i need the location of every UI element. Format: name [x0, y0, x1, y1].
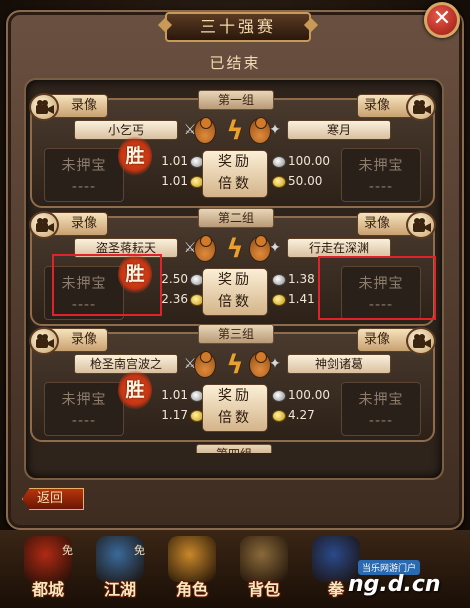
nav-label: 角色: [175, 580, 208, 599]
nav-label: 背包: [247, 580, 280, 599]
gourd-icon-left: [194, 351, 216, 378]
gourd-icon-left: [194, 235, 216, 262]
replay-label: 录像: [364, 98, 391, 113]
replay-label: 录像: [364, 216, 391, 231]
watermark-logo: ng.d.cn: [348, 572, 441, 597]
odds-left-silver: 1.01: [161, 154, 188, 168]
player-name-left[interactable]: 小乞丐: [74, 120, 178, 140]
bet-status: 未押宝: [358, 158, 404, 174]
match-group-1: 第一组 录像 录像 小乞丐 ⚔ ϟ ✦ 寒月 未押宝 ---- 胜 1.01 1…: [29, 90, 436, 208]
replay-button-right[interactable]: 录像: [357, 327, 436, 355]
bet-button-right[interactable]: 未押宝 ----: [341, 148, 421, 202]
reward-label-line2: 倍数: [218, 294, 252, 310]
weapon-icon-right: ✦: [269, 122, 281, 138]
reward-label-line1: 奖励: [218, 154, 252, 170]
replay-label: 录像: [364, 332, 391, 347]
group-title: 第一组: [198, 90, 274, 110]
nav-item-4[interactable]: 背包: [232, 534, 296, 606]
odds-right-gold: 4.27: [288, 408, 315, 422]
close-icon: ✕: [432, 6, 452, 31]
odds-left-gold: 2.36: [161, 292, 188, 306]
bet-button-right[interactable]: 未押宝 ----: [341, 382, 421, 436]
odds-left-gold: 1.01: [161, 174, 188, 188]
versus-icon: ϟ: [226, 234, 244, 264]
reward-label-line2: 倍数: [218, 410, 252, 426]
weapon-icon-right: ✦: [269, 356, 281, 372]
camera-icon: [406, 211, 436, 239]
replay-button-left[interactable]: 录像: [29, 327, 108, 355]
replay-button-right[interactable]: 录像: [357, 211, 436, 239]
camera-icon: [29, 93, 59, 121]
gourd-icon-left: [194, 117, 216, 144]
odds-left-gold: 1.17: [161, 408, 188, 422]
reward-multiplier-label: 奖励 倍数: [202, 384, 268, 432]
replay-button-left[interactable]: 录像: [29, 93, 108, 121]
nav-badge: 免: [134, 544, 145, 557]
reward-multiplier-label: 奖励 倍数: [202, 150, 268, 198]
close-button[interactable]: ✕: [424, 2, 460, 38]
highlight-box-left: [52, 254, 162, 316]
nav-badge: 免: [62, 544, 73, 557]
bet-amount: ----: [71, 179, 97, 195]
reward-label-line1: 奖励: [218, 388, 252, 404]
group-title: 第二组: [198, 208, 274, 228]
win-badge: 胜: [118, 136, 152, 176]
versus-icon: ϟ: [226, 350, 244, 380]
odds-right-gold: 50.00: [288, 174, 323, 188]
player-name-right[interactable]: 神剑诸葛: [287, 354, 391, 374]
replay-button-left[interactable]: 录像: [29, 211, 108, 239]
silver-coin-icon: [272, 390, 286, 402]
win-badge: 胜: [118, 370, 152, 410]
versus-icon: ϟ: [226, 116, 244, 146]
bet-amount: ----: [71, 413, 97, 429]
bet-button-left[interactable]: 未押宝 ----: [44, 382, 124, 436]
camera-icon: [29, 327, 59, 355]
match-group-3: 第三组 录像 录像 枪圣南宫波之 ⚔ ϟ ✦ 神剑诸葛 未押宝 ---- 胜 1…: [29, 324, 436, 442]
odds-right-silver: 100.00: [288, 388, 330, 402]
odds-left-silver: 1.01: [161, 388, 188, 402]
nav-label: 都城: [31, 580, 64, 599]
nav-item-3[interactable]: 角色: [160, 534, 224, 606]
panel-title: 三十强赛: [165, 12, 311, 42]
bet-amount: ----: [368, 179, 394, 195]
bet-amount: ----: [368, 413, 394, 429]
bet-status: 未押宝: [358, 392, 404, 408]
camera-icon: [406, 93, 436, 121]
reward-label-line2: 倍数: [218, 176, 252, 192]
replay-button-right[interactable]: 录像: [357, 93, 436, 121]
group-title: 第三组: [198, 324, 274, 344]
silver-coin-icon: [272, 274, 286, 286]
odds-right-silver: 100.00: [288, 154, 330, 168]
nav-item-2[interactable]: 江湖 免: [88, 534, 152, 606]
gold-ingot-icon: [272, 176, 286, 188]
bet-status: 未押宝: [61, 158, 107, 174]
nav-item-1[interactable]: 都城 免: [16, 534, 80, 606]
replay-label: 录像: [71, 332, 98, 347]
watermark: 当乐网游门户 ng.d.cn: [348, 560, 458, 602]
bet-status: 未押宝: [61, 392, 107, 408]
player-name-right[interactable]: 行走在深渊: [287, 238, 391, 258]
highlight-box-right: [318, 256, 436, 320]
back-button[interactable]: 返回: [22, 488, 84, 510]
gold-ingot-icon: [272, 410, 286, 422]
player-name-left[interactable]: 枪圣南宫波之: [74, 354, 178, 374]
camera-icon: [406, 327, 436, 355]
weapon-icon-right: ✦: [269, 240, 281, 256]
replay-label: 录像: [71, 216, 98, 231]
status-text: 已结束: [209, 54, 261, 72]
player-name-right[interactable]: 寒月: [287, 120, 391, 140]
odds-left-silver: 2.50: [161, 272, 188, 286]
reward-label-line1: 奖励: [218, 272, 252, 288]
reward-multiplier-label: 奖励 倍数: [202, 268, 268, 316]
replay-label: 录像: [71, 98, 98, 113]
silver-coin-icon: [272, 156, 286, 168]
nav-label: 江湖: [103, 580, 136, 599]
bet-button-left[interactable]: 未押宝 ----: [44, 148, 124, 202]
gold-ingot-icon: [272, 294, 286, 306]
camera-icon: [29, 211, 59, 239]
